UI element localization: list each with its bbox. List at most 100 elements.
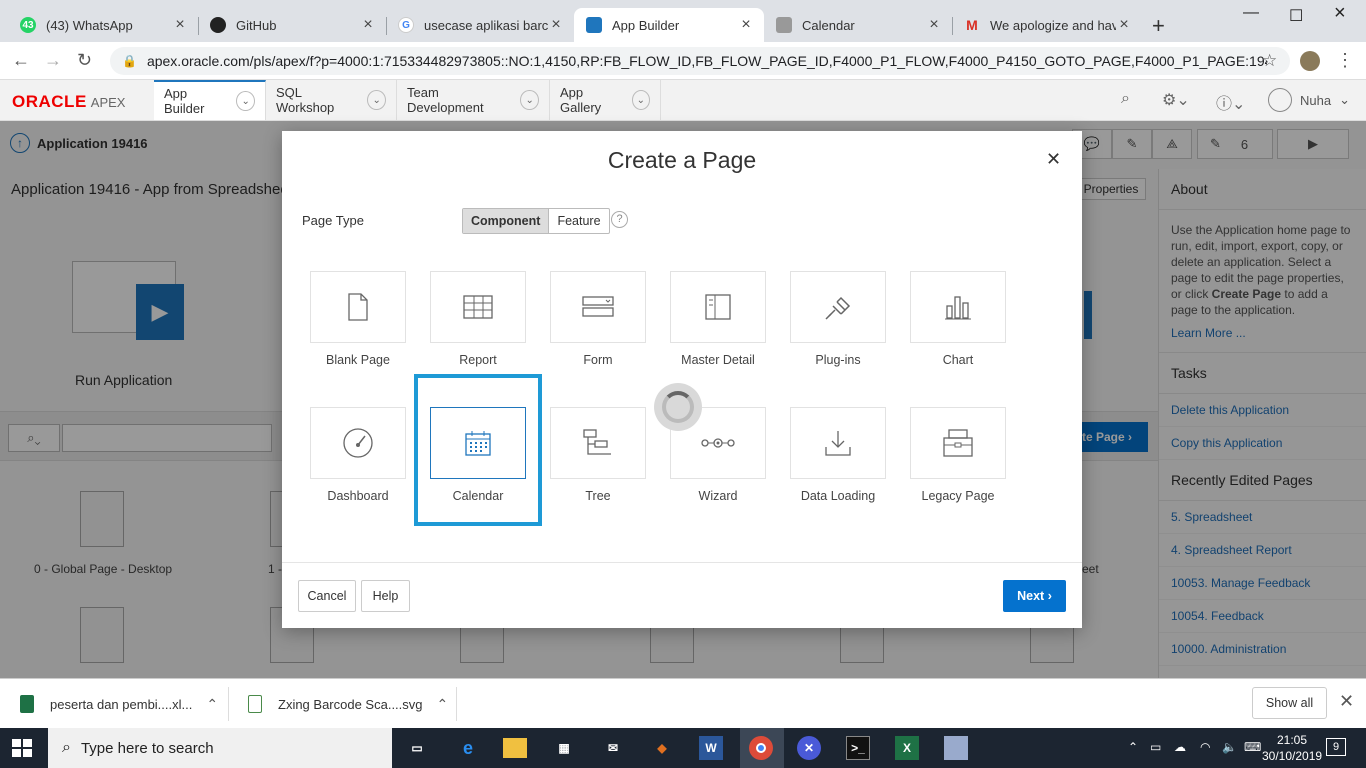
url-field[interactable]: 🔒 apex.oracle.com/pls/apex/f?p=4000:1:71…	[110, 47, 1290, 75]
keyboard-icon[interactable]: ⌨	[1244, 740, 1261, 754]
maximize-icon[interactable]: ☐	[1289, 6, 1303, 26]
spinner-ring	[662, 391, 694, 423]
tab-google[interactable]: G usecase aplikasi barcod ×	[386, 8, 574, 42]
logo-oracle: ORACLE	[12, 92, 87, 111]
nav-sql-workshop[interactable]: SQL Workshop ⌄	[266, 80, 397, 120]
tile-legacy-page[interactable]	[910, 407, 1006, 479]
user-menu[interactable]: Nuha ⌄	[1268, 88, 1350, 112]
app-icon[interactable]	[944, 736, 968, 760]
apex-header: ORACLE APEX App Builder ⌄ SQL Workshop ⌄ …	[0, 80, 1366, 121]
tile-dashboard[interactable]	[310, 407, 406, 479]
tab-app-builder[interactable]: App Builder ×	[574, 8, 764, 42]
tile-tree[interactable]	[550, 407, 646, 479]
help-icon[interactable]: ?	[611, 211, 628, 228]
dialog-title: Create a Page	[607, 147, 757, 173]
admin-icon[interactable]: ⚙⌄	[1162, 90, 1190, 110]
tab-calendar[interactable]: Calendar ×	[764, 8, 952, 42]
bookmark-star-icon[interactable]: ☆	[1262, 51, 1277, 71]
chevron-down-icon[interactable]: ⌄	[367, 90, 386, 110]
nav-team-development[interactable]: Team Development ⌄	[397, 80, 550, 120]
profile-avatar[interactable]	[1300, 51, 1320, 71]
chevron-down-icon[interactable]: ⌄	[631, 90, 650, 110]
edge-icon[interactable]: e	[456, 736, 480, 760]
battery-icon[interactable]: ▭	[1150, 740, 1161, 754]
app-icon[interactable]: ◆	[650, 736, 674, 760]
task-view-icon[interactable]: ▭	[405, 736, 429, 760]
taskbar-clock[interactable]: 21:05 30/10/2019	[1262, 732, 1322, 764]
chevron-down-icon[interactable]: ⌄	[520, 90, 539, 110]
close-icon[interactable]: ×	[172, 16, 188, 34]
form-icon	[582, 296, 614, 317]
show-all-button[interactable]: Show all	[1252, 687, 1327, 719]
tile-label: Wizard	[698, 489, 738, 503]
word-icon[interactable]: W	[699, 736, 723, 760]
tile-label: Plug-ins	[815, 353, 861, 367]
terminal-icon[interactable]: >_	[846, 736, 870, 760]
chevron-up-icon[interactable]: ⌃	[1128, 740, 1138, 754]
nav-app-builder[interactable]: App Builder ⌄	[154, 80, 266, 120]
loading-spinner	[654, 383, 702, 431]
nav-app-gallery[interactable]: App Gallery ⌄	[550, 80, 661, 120]
tile-chart[interactable]	[910, 271, 1006, 343]
tab-gmail[interactable]: M We apologize and have ×	[952, 8, 1142, 42]
help-button[interactable]: Help	[361, 580, 410, 612]
tile-data-loading[interactable]	[790, 407, 886, 479]
oracle-apex-logo[interactable]: ORACLE APEX	[12, 92, 125, 112]
address-bar: ← → ↻ 🔒 apex.oracle.com/pls/apex/f?p=400…	[0, 42, 1366, 80]
legacy-page-icon	[943, 429, 973, 457]
download-item[interactable]: peserta dan pembi....xl... ⌃	[20, 679, 218, 729]
wifi-icon[interactable]: ◠	[1200, 740, 1210, 754]
menu-icon[interactable]: ⋮	[1336, 50, 1354, 71]
windows-start-icon[interactable]	[12, 739, 32, 757]
tile-blank-page[interactable]	[310, 271, 406, 343]
new-tab-icon[interactable]: +	[1152, 13, 1165, 39]
app-icon[interactable]: ✕	[797, 736, 821, 760]
next-button[interactable]: Next ›	[1003, 580, 1066, 612]
tile-plug-ins[interactable]	[790, 271, 886, 343]
notifications-icon[interactable]: 9	[1326, 738, 1346, 756]
close-icon[interactable]: ×	[360, 16, 376, 34]
tab-github[interactable]: GitHub ×	[198, 8, 386, 42]
chart-icon	[945, 296, 971, 320]
tile-label: Tree	[585, 489, 611, 503]
chevron-down-icon[interactable]: ⌄	[236, 91, 255, 111]
taskbar-search[interactable]: ⌕ Type here to search	[48, 728, 392, 768]
chevron-up-icon[interactable]: ⌃	[437, 696, 449, 713]
windows-taskbar: ⌕ Type here to search ▭ e ▦ ✉ ◆ W ✕ >_ X…	[0, 728, 1366, 768]
tab-whatsapp[interactable]: 43 (43) WhatsApp ×	[8, 8, 198, 42]
apex-icon	[586, 17, 602, 33]
segment-component[interactable]: Component	[463, 209, 550, 233]
close-icon[interactable]: ✕	[1046, 149, 1061, 170]
back-icon[interactable]: ←	[12, 50, 30, 71]
cancel-button[interactable]: Cancel	[298, 580, 356, 612]
excel-icon[interactable]: X	[895, 736, 919, 760]
close-icon[interactable]: ×	[738, 16, 754, 34]
tile-form[interactable]	[550, 271, 646, 343]
volume-icon[interactable]: 🔈	[1222, 740, 1237, 754]
forward-icon[interactable]: →	[44, 50, 62, 71]
tile-master-detail[interactable]	[670, 271, 766, 343]
segment-feature[interactable]: Feature	[549, 209, 608, 233]
chrome-icon[interactable]	[749, 736, 773, 760]
minimize-icon[interactable]: —	[1243, 4, 1259, 22]
nav-label: SQL Workshop	[276, 85, 335, 115]
window-close-icon[interactable]: ×	[1334, 2, 1346, 25]
chevron-up-icon[interactable]: ⌃	[206, 696, 218, 713]
mail-icon[interactable]: ✉	[601, 736, 625, 760]
help-icon[interactable]: ⓘ⌄	[1216, 90, 1245, 114]
reload-icon[interactable]: ↻	[77, 50, 92, 71]
divider	[228, 687, 229, 721]
download-item[interactable]: Zxing Barcode Sca....svg ⌃	[248, 679, 448, 729]
close-icon[interactable]: ✕	[1339, 691, 1354, 712]
search-icon[interactable]: ⌕	[1121, 90, 1130, 108]
create-page-dialog: Create a Page ✕ Page Type Component Feat…	[282, 131, 1082, 628]
tab-title: usecase aplikasi barcod	[424, 17, 548, 33]
store-icon[interactable]: ▦	[552, 736, 576, 760]
tile-report[interactable]	[430, 271, 526, 343]
close-icon[interactable]: ×	[548, 16, 564, 34]
nav-label: App Gallery	[560, 85, 602, 115]
close-icon[interactable]: ×	[926, 16, 942, 34]
cloud-icon[interactable]: ☁	[1174, 740, 1186, 754]
file-explorer-icon[interactable]	[503, 738, 527, 758]
close-icon[interactable]: ×	[1116, 16, 1132, 34]
